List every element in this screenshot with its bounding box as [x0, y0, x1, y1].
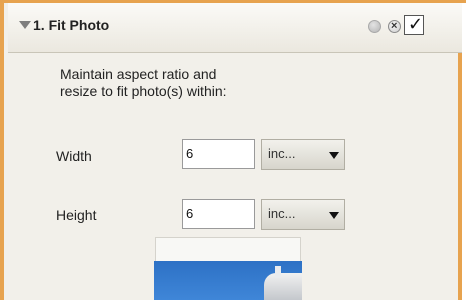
disabled-circle-icon [368, 20, 381, 33]
height-unit-value: inc... [268, 206, 296, 221]
width-unit-dropdown[interactable]: inc... [261, 139, 345, 170]
width-unit-value: inc... [268, 146, 296, 161]
panel-header[interactable]: 1. Fit Photo × ✓ [8, 3, 462, 53]
description-line-2: resize to fit photo(s) within: [60, 83, 227, 99]
width-label: Width [56, 148, 92, 164]
chevron-down-icon [329, 152, 339, 159]
chevron-down-icon [329, 212, 339, 219]
spire-shape [275, 266, 281, 278]
collapse-arrow-icon[interactable] [19, 21, 31, 29]
height-input[interactable]: 6 [182, 199, 255, 229]
height-unit-dropdown[interactable]: inc... [261, 199, 345, 230]
description-text: Maintain aspect ratio and resize to fit … [60, 66, 310, 100]
close-icon[interactable]: × [388, 20, 401, 33]
width-input[interactable]: 6 [182, 139, 255, 169]
fit-photo-panel: 1. Fit Photo × ✓ Maintain aspect ratio a… [0, 0, 466, 300]
enable-checkbox[interactable]: ✓ [404, 14, 424, 35]
height-label: Height [56, 207, 97, 223]
panel-title: 1. Fit Photo [33, 17, 110, 33]
building-shape [264, 273, 302, 300]
checkmark-icon: ✓ [408, 14, 424, 34]
description-line-1: Maintain aspect ratio and [60, 66, 217, 82]
photo-preview-image [154, 261, 302, 300]
